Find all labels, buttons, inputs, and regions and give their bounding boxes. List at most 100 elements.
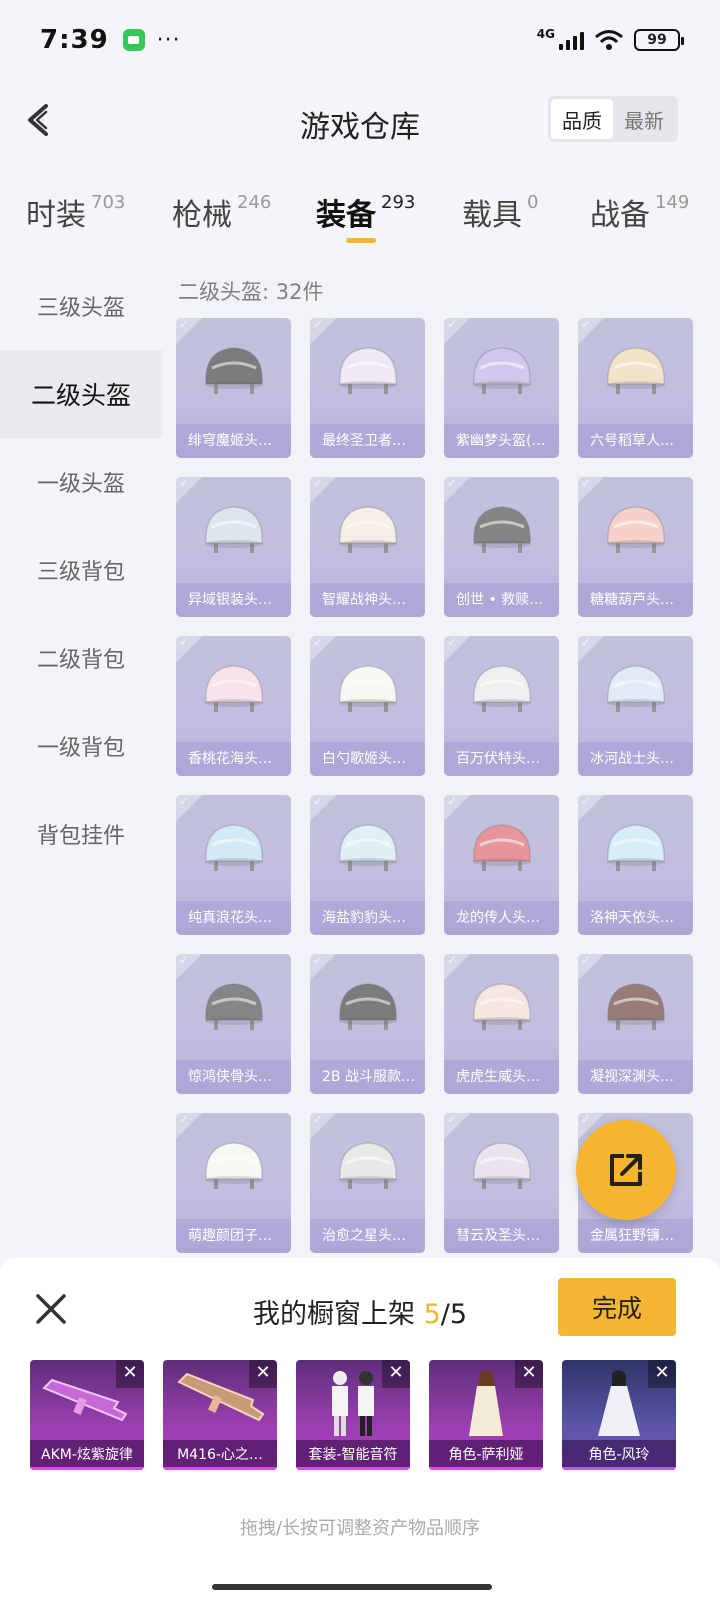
showcase-list: ✕ AKM-炫紫旋律 ✕ M416-心之… ✕ 套装-智能音符 ✕ 角色-萨利娅… — [30, 1360, 690, 1470]
showcase-item-name: M416-心之… — [163, 1440, 277, 1470]
helmet-card[interactable]: 萌趣颜团子… — [176, 1113, 291, 1253]
helmet-card-name: 白勺歌姬头… — [310, 742, 425, 776]
header: 游戏仓库 品质 最新 — [0, 88, 720, 154]
tab-weapons[interactable]: 枪械 246 — [172, 190, 271, 234]
home-indicator[interactable] — [212, 1584, 492, 1590]
tab-count: 246 — [237, 192, 272, 213]
showcase-item-name: AKM-炫紫旋律 — [30, 1440, 144, 1470]
helmet-card-name: 百万伏特头… — [444, 742, 559, 776]
helmet-icon — [339, 983, 397, 1030]
helmet-icon — [473, 665, 531, 712]
remove-item-icon[interactable]: ✕ — [249, 1360, 277, 1388]
helmet-card[interactable]: 创世 • 救赎… — [444, 477, 559, 617]
helmet-icon — [339, 1142, 397, 1189]
helmet-card-name: 海盐豹豹头… — [310, 901, 425, 935]
tab-count: 149 — [655, 192, 690, 213]
showcase-item[interactable]: ✕ 套装-智能音符 — [296, 1360, 410, 1470]
helmet-card[interactable]: 异域银装头… — [176, 477, 291, 617]
tab-count: 703 — [91, 192, 126, 213]
helmet-card[interactable]: 凝视深渊头… — [578, 954, 693, 1094]
showcase-item[interactable]: ✕ M416-心之… — [163, 1360, 277, 1470]
wifi-icon — [595, 30, 623, 50]
status-time: 7:39 — [40, 25, 109, 55]
tab-gear[interactable]: 战备 149 — [590, 190, 689, 234]
helmet-card[interactable]: 最终圣卫者… — [310, 318, 425, 458]
helmet-card-name: 糖糖葫芦头… — [578, 583, 693, 617]
helmet-card[interactable]: 百万伏特头… — [444, 636, 559, 776]
category-tabs: 时装 703 枪械 246 装备 293 载具 0 战备 149 — [0, 190, 720, 250]
helmet-card[interactable]: 纯真浪花头… — [176, 795, 291, 935]
tab-fashion[interactable]: 时装 703 — [26, 190, 125, 234]
helmet-card[interactable]: 龙的传人头… — [444, 795, 559, 935]
helmet-card[interactable]: 彗云及圣头… — [444, 1113, 559, 1253]
tab-vehicles[interactable]: 载具 0 — [462, 190, 538, 234]
status-bar: 7:39 ··· 4G 99 — [0, 0, 720, 80]
helmet-card-name: 香桃花海头… — [176, 742, 291, 776]
item-grid-area: 二级头盔: 32件 绯穹魔姬头… 最终圣卫者… 紫幽梦头盔(… 六号稻草人… 异域银装头… — [162, 262, 720, 1262]
helmet-icon — [339, 347, 397, 394]
helmet-icon — [607, 824, 665, 871]
helmet-card-name: 纯真浪花头… — [176, 901, 291, 935]
helmet-card[interactable]: 六号稻草人… — [578, 318, 693, 458]
helmet-icon — [473, 347, 531, 394]
helmet-card-name: 创世 • 救赎… — [444, 583, 559, 617]
helmet-icon — [607, 665, 665, 712]
helmet-icon — [473, 506, 531, 553]
showcase-item[interactable]: ✕ 角色-风玲 — [562, 1360, 676, 1470]
helmet-card[interactable]: 海盐豹豹头… — [310, 795, 425, 935]
showcase-item[interactable]: ✕ AKM-炫紫旋律 — [30, 1360, 144, 1470]
helmet-card-name: 六号稻草人… — [578, 424, 693, 458]
remove-item-icon[interactable]: ✕ — [382, 1360, 410, 1388]
sort-toggle: 品质 最新 — [548, 96, 678, 142]
helmet-card[interactable]: 紫幽梦头盔(… — [444, 318, 559, 458]
helmet-icon — [607, 506, 665, 553]
helmet-icon — [607, 983, 665, 1030]
helmet-card[interactable]: 2B 战斗服款… — [310, 954, 425, 1094]
sidebar-item-level3-backpack[interactable]: 三级背包 — [0, 526, 162, 614]
tab-label: 枪械 — [172, 198, 232, 233]
sidebar-item-level2-helmet[interactable]: 二级头盔 — [0, 350, 162, 438]
helmet-card-name: 虎虎生威头… — [444, 1060, 559, 1094]
helmet-card-name: 洛神天依头… — [578, 901, 693, 935]
helmet-card-name: 智耀战神头… — [310, 583, 425, 617]
sidebar-item-level1-helmet[interactable]: 一级头盔 — [0, 438, 162, 526]
helmet-card-name: 萌趣颜团子… — [176, 1219, 291, 1253]
helmet-card-name: 金属狂野镰… — [578, 1219, 693, 1253]
helmet-card-name: 彗云及圣头… — [444, 1219, 559, 1253]
share-button[interactable] — [576, 1120, 676, 1220]
helmet-card[interactable]: 香桃花海头… — [176, 636, 291, 776]
tab-equipment[interactable]: 装备 293 — [316, 190, 415, 234]
message-app-icon — [122, 29, 145, 51]
sort-newest-button[interactable]: 最新 — [613, 99, 675, 139]
remove-item-icon[interactable]: ✕ — [515, 1360, 543, 1388]
sidebar-item-level1-backpack[interactable]: 一级背包 — [0, 702, 162, 790]
sidebar: 三级头盔 二级头盔 一级头盔 三级背包 二级背包 一级背包 背包挂件 — [0, 262, 162, 878]
helmet-card[interactable]: 虎虎生威头… — [444, 954, 559, 1094]
helmet-card-name: 2B 战斗服款… — [310, 1060, 425, 1094]
sidebar-item-level3-helmet[interactable]: 三级头盔 — [0, 262, 162, 350]
helmet-card[interactable]: 白勺歌姬头… — [310, 636, 425, 776]
sidebar-item-level2-backpack[interactable]: 二级背包 — [0, 614, 162, 702]
done-button[interactable]: 完成 — [558, 1278, 676, 1336]
showcase-title-text: 我的橱窗上架 — [252, 1299, 424, 1330]
helmet-card[interactable]: 惊鸿侠骨头… — [176, 954, 291, 1094]
helmet-card[interactable]: 洛神天依头… — [578, 795, 693, 935]
helmet-card[interactable]: 糖糖葫芦头… — [578, 477, 693, 617]
helmet-icon — [473, 983, 531, 1030]
showcase-count-current: 5 — [423, 1299, 441, 1330]
sort-quality-button[interactable]: 品质 — [551, 99, 613, 139]
helmet-icon — [205, 983, 263, 1030]
remove-item-icon[interactable]: ✕ — [648, 1360, 676, 1388]
helmet-icon — [473, 824, 531, 871]
helmet-card[interactable]: 绯穹魔姬头… — [176, 318, 291, 458]
showcase-item-name: 角色-萨利娅 — [429, 1440, 543, 1470]
helmet-card-name: 惊鸿侠骨头… — [176, 1060, 291, 1094]
helmet-card[interactable]: 智耀战神头… — [310, 477, 425, 617]
remove-item-icon[interactable]: ✕ — [116, 1360, 144, 1388]
showcase-item[interactable]: ✕ 角色-萨利娅 — [429, 1360, 543, 1470]
helmet-icon — [205, 824, 263, 871]
helmet-card[interactable]: 冰河战士头… — [578, 636, 693, 776]
sidebar-item-backpack-pendant[interactable]: 背包挂件 — [0, 790, 162, 878]
helmet-card[interactable]: 治愈之星头… — [310, 1113, 425, 1253]
helmet-icon — [473, 1142, 531, 1189]
